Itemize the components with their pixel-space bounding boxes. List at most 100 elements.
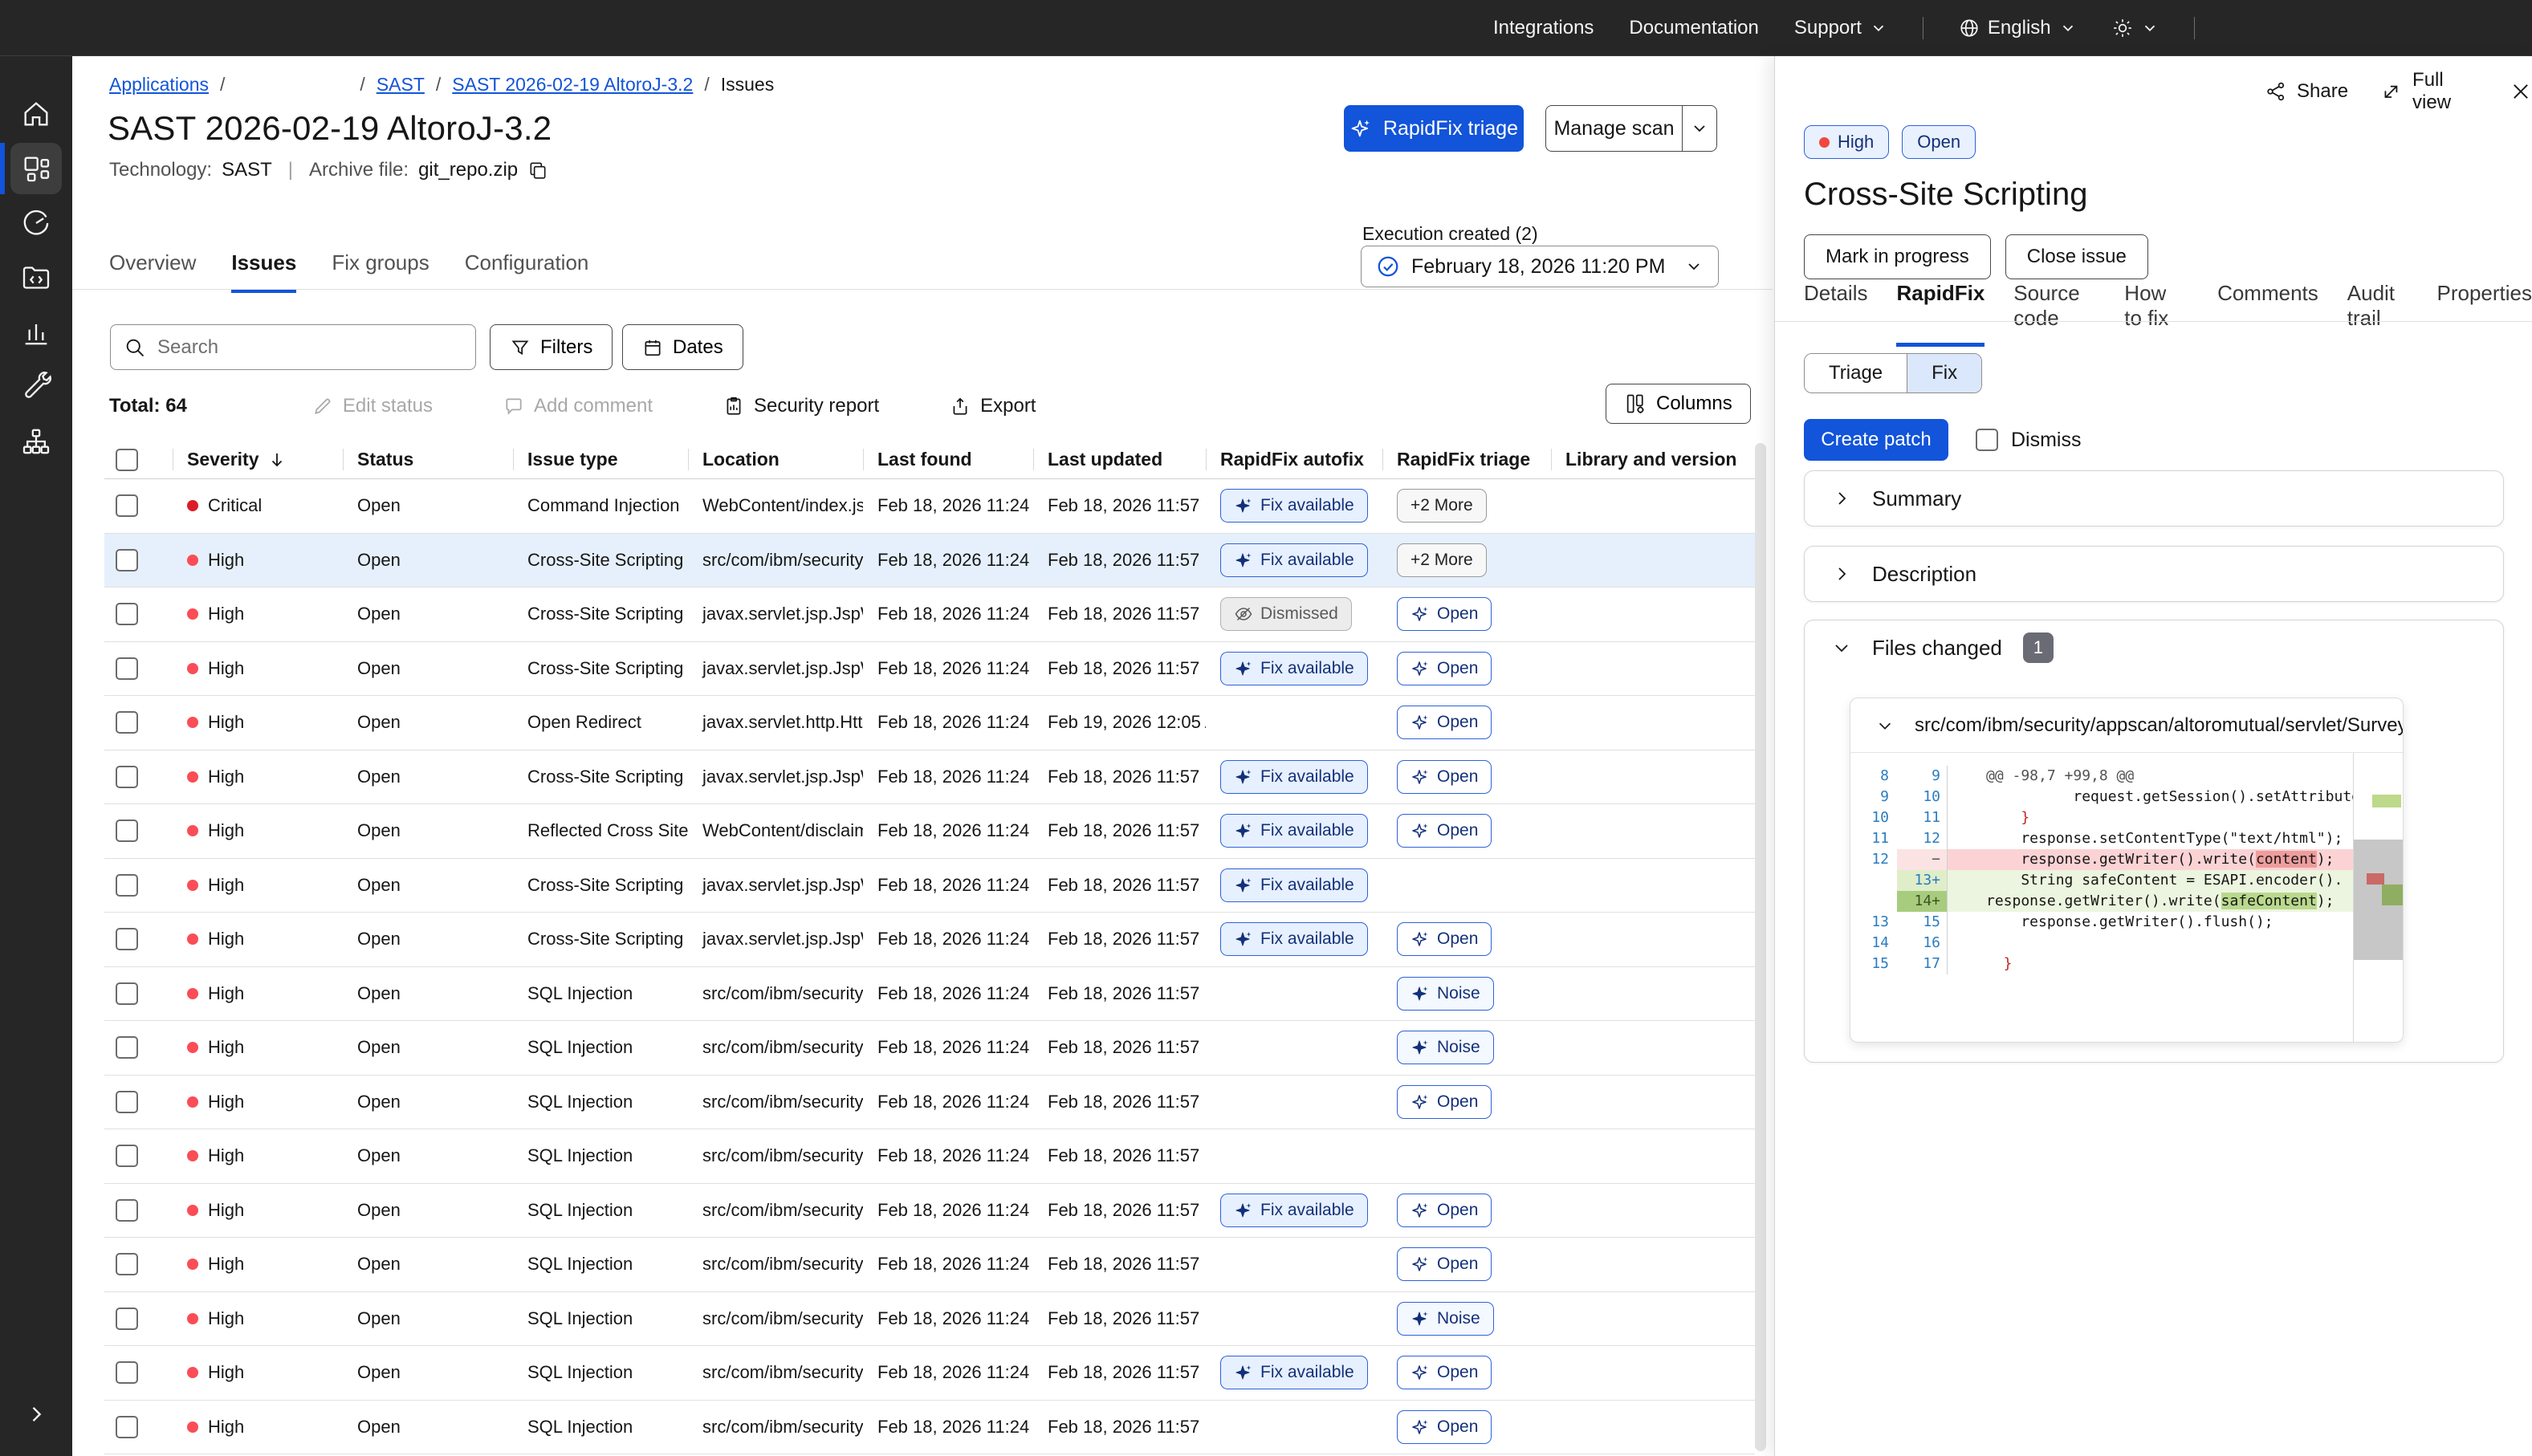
reports-icon[interactable]	[10, 307, 62, 358]
tab-overview[interactable]: Overview	[109, 250, 196, 293]
triage-noise-button[interactable]: Noise	[1397, 977, 1494, 1011]
diff-overview-ruler[interactable]	[2353, 753, 2403, 1042]
row-checkbox[interactable]	[116, 1253, 138, 1275]
fix-available-button[interactable]: Fix available	[1220, 814, 1368, 848]
tab-comments[interactable]: Comments	[2217, 281, 2318, 347]
row-checkbox[interactable]	[116, 494, 138, 517]
triage-open-button[interactable]: Open	[1397, 1194, 1492, 1227]
row-checkbox[interactable]	[116, 874, 138, 897]
row-checkbox[interactable]	[116, 1308, 138, 1330]
row-checkbox[interactable]	[116, 820, 138, 842]
menu-documentation[interactable]: Documentation	[1629, 17, 1758, 39]
triage-noise-button[interactable]: Noise	[1397, 1031, 1494, 1064]
table-row[interactable]: HighOpenOpen Redirectjavax.servlet.http.…	[104, 696, 1755, 750]
table-row[interactable]: HighOpenSQL Injectionsrc/com/ibm/securit…	[104, 1129, 1755, 1184]
table-scrollbar[interactable]	[1755, 443, 1766, 1451]
rapidfix-triage-button[interactable]: RapidFix triage	[1344, 105, 1524, 152]
table-row[interactable]: HighOpenSQL Injectionsrc/com/ibm/securit…	[104, 1238, 1755, 1292]
triage-open-button[interactable]: Open	[1397, 1085, 1492, 1119]
col-issue-type[interactable]: Issue type	[513, 449, 688, 470]
col-last-updated[interactable]: Last updated	[1033, 449, 1206, 470]
more-triage-button[interactable]: +2 More	[1397, 489, 1487, 523]
triage-open-button[interactable]: Open	[1397, 597, 1492, 631]
topology-icon[interactable]	[10, 416, 62, 467]
table-row[interactable]: HighOpenReflected Cross Site SWebContent…	[104, 804, 1755, 859]
table-row[interactable]: HighOpenSQL Injectionsrc/com/ibm/securit…	[104, 1292, 1755, 1347]
table-row[interactable]: HighOpenSQL Injectionsrc/com/ibm/securit…	[104, 1184, 1755, 1238]
table-row[interactable]: HighOpenSQL Injectionsrc/com/ibm/securit…	[104, 1346, 1755, 1401]
full-view-button[interactable]: Full view	[2380, 69, 2477, 114]
tab-configuration[interactable]: Configuration	[465, 250, 589, 293]
select-all-checkbox[interactable]	[116, 449, 138, 471]
add-comment-button[interactable]: Add comment	[503, 395, 653, 417]
segment-fix[interactable]: Fix	[1907, 354, 1981, 392]
mark-in-progress-button[interactable]: Mark in progress	[1804, 234, 1991, 279]
row-checkbox[interactable]	[116, 982, 138, 1005]
language-selector[interactable]: English	[1959, 17, 2077, 39]
tab-fix-groups[interactable]: Fix groups	[332, 250, 429, 293]
triage-open-button[interactable]: Open	[1397, 652, 1492, 685]
theme-selector[interactable]	[2112, 18, 2159, 39]
fix-available-button[interactable]: Fix available	[1220, 868, 1368, 902]
home-icon[interactable]	[10, 88, 62, 140]
triage-open-button[interactable]: Open	[1397, 1356, 1492, 1389]
tab-properties[interactable]: Properties	[2437, 281, 2532, 347]
edit-status-button[interactable]: Edit status	[312, 395, 433, 417]
create-patch-button[interactable]: Create patch	[1804, 419, 1948, 461]
row-checkbox[interactable]	[116, 1361, 138, 1384]
fix-available-button[interactable]: Fix available	[1220, 1194, 1368, 1227]
breadcrumb-sast[interactable]: SAST	[377, 74, 425, 96]
table-row[interactable]: HighOpenCross-Site Scriptingjavax.servle…	[104, 859, 1755, 913]
table-row[interactable]: HighOpenSQL Injectionsrc/com/ibm/securit…	[104, 1401, 1755, 1455]
triage-open-button[interactable]: Open	[1397, 706, 1492, 739]
share-button[interactable]: Share	[2265, 80, 2348, 103]
col-rapidfix-triage[interactable]: RapidFix triage	[1382, 449, 1551, 470]
breadcrumb-scan[interactable]: SAST 2026-02-19 AltoroJ-3.2	[452, 74, 693, 96]
tab-details[interactable]: Details	[1804, 281, 1867, 347]
code-repo-icon[interactable]	[10, 252, 62, 303]
close-panel-icon[interactable]	[2510, 80, 2532, 103]
table-row[interactable]: CriticalOpenCommand InjectionWebContent/…	[104, 479, 1755, 534]
segment-triage[interactable]: Triage	[1805, 354, 1907, 392]
tools-icon[interactable]	[10, 361, 62, 413]
fix-available-button[interactable]: Fix available	[1220, 489, 1368, 523]
table-row[interactable]: HighOpenCross-Site Scriptingsrc/com/ibm/…	[104, 534, 1755, 588]
security-report-button[interactable]: Security report	[723, 395, 879, 417]
columns-button[interactable]: Columns	[1606, 384, 1751, 424]
tab-rapidfix[interactable]: RapidFix	[1896, 281, 1984, 347]
row-checkbox[interactable]	[116, 1416, 138, 1438]
row-checkbox[interactable]	[116, 711, 138, 734]
fix-available-button[interactable]: Fix available	[1220, 543, 1368, 577]
summary-header[interactable]: Summary	[1805, 471, 2503, 526]
table-row[interactable]: HighOpenSQL Injectionsrc/com/ibm/securit…	[104, 1021, 1755, 1076]
col-severity[interactable]: Severity	[173, 449, 343, 470]
dates-button[interactable]: Dates	[622, 324, 743, 370]
tab-how-to-fix[interactable]: How to fix	[2124, 281, 2188, 347]
fix-available-button[interactable]: Fix available	[1220, 652, 1368, 685]
table-row[interactable]: HighOpenCross-Site Scriptingjavax.servle…	[104, 913, 1755, 967]
triage-open-button[interactable]: Open	[1397, 1247, 1492, 1281]
table-row[interactable]: HighOpenCross-Site Scriptingjavax.servle…	[104, 642, 1755, 697]
export-button[interactable]: Export	[950, 395, 1036, 417]
col-rapidfix-autofix[interactable]: RapidFix autofix	[1206, 449, 1382, 470]
tab-audit-trail[interactable]: Audit trail	[2347, 281, 2408, 347]
row-checkbox[interactable]	[116, 1145, 138, 1167]
expand-nav-icon[interactable]	[10, 1389, 62, 1440]
table-row[interactable]: HighOpenSQL Injectionsrc/com/ibm/securit…	[104, 967, 1755, 1022]
scans-icon[interactable]	[10, 197, 62, 249]
table-row[interactable]: HighOpenCross-Site Scriptingjavax.servle…	[104, 588, 1755, 642]
manage-scan-menu-button[interactable]	[1682, 105, 1717, 152]
search-input[interactable]	[157, 336, 462, 359]
row-checkbox[interactable]	[116, 603, 138, 625]
table-row[interactable]: HighOpenCross-Site Scriptingjavax.servle…	[104, 750, 1755, 805]
row-checkbox[interactable]	[116, 1199, 138, 1222]
dismiss-checkbox[interactable]	[1976, 429, 1998, 451]
menu-support[interactable]: Support	[1794, 17, 1887, 39]
row-checkbox[interactable]	[116, 766, 138, 788]
row-checkbox[interactable]	[116, 549, 138, 571]
dismissed-button[interactable]: Dismissed	[1220, 597, 1352, 631]
row-checkbox[interactable]	[116, 928, 138, 950]
tab-issues[interactable]: Issues	[231, 250, 296, 293]
table-row[interactable]: HighOpenSQL Injectionsrc/com/ibm/securit…	[104, 1076, 1755, 1130]
triage-open-button[interactable]: Open	[1397, 922, 1492, 956]
